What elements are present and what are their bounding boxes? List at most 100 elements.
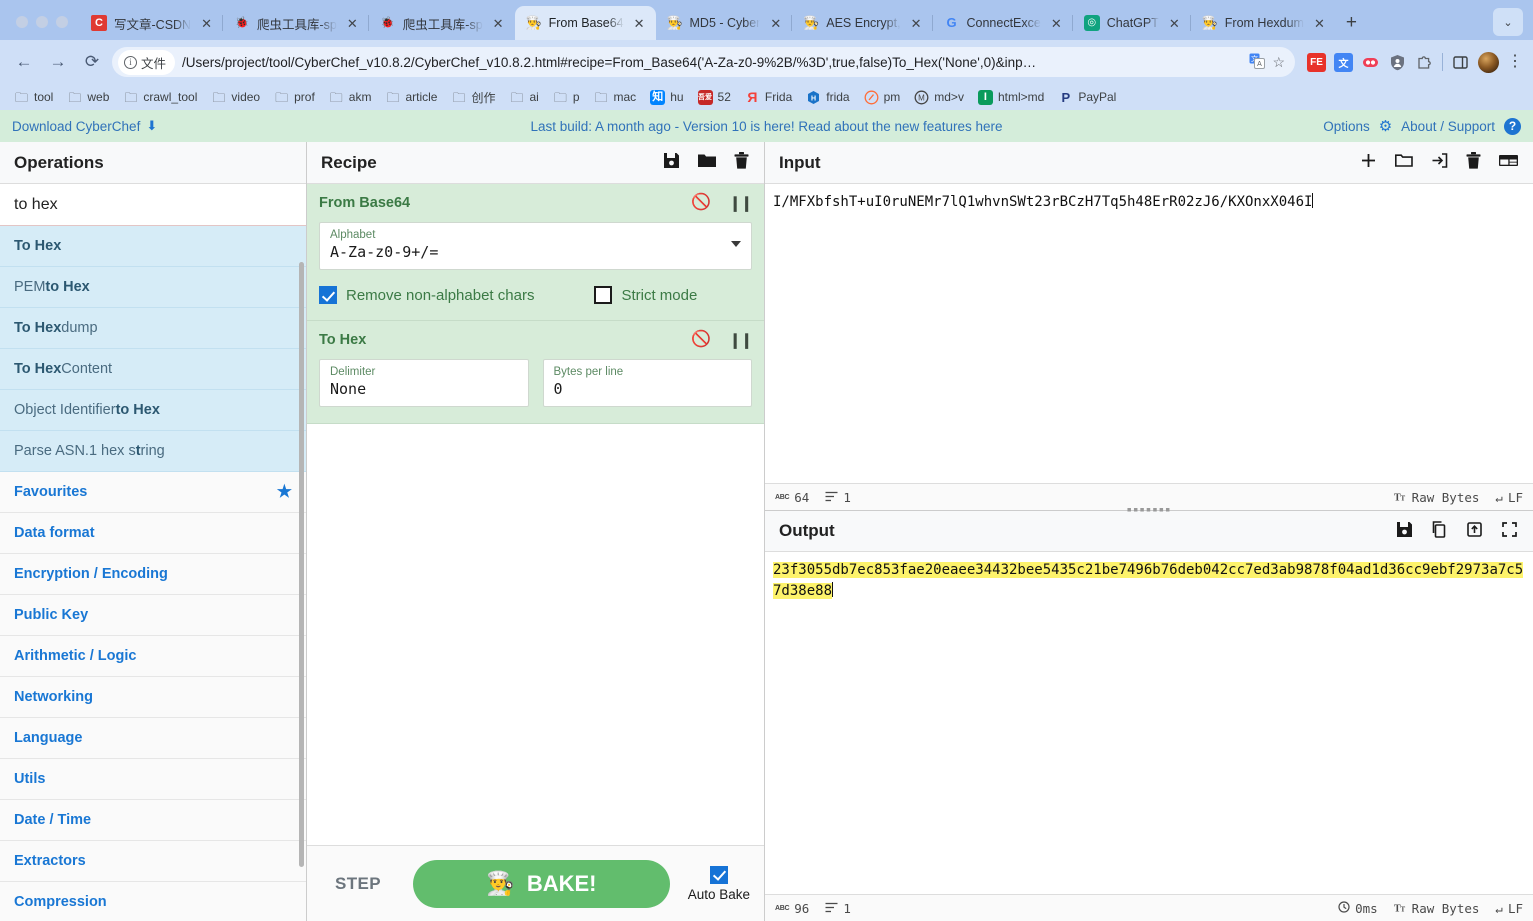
sidebar-item-public-key[interactable]: Public Key [0, 595, 306, 636]
question-mark-icon[interactable]: ? [1504, 117, 1521, 135]
save-icon[interactable] [1395, 520, 1414, 543]
bookmark-item[interactable]: P PayPal [1052, 88, 1122, 107]
sidebar-item-favourites[interactable]: Favourites ★ [0, 472, 306, 513]
tab-close-icon[interactable]: ✕ [767, 15, 784, 32]
sidebar-item-extractors[interactable]: Extractors [0, 841, 306, 882]
output-eol[interactable]: ↵ LF [1495, 901, 1523, 916]
auto-bake-checkbox[interactable]: Auto Bake [688, 865, 750, 902]
tab-close-icon[interactable]: ✕ [344, 15, 361, 32]
puzzle-extension-icon[interactable] [1415, 53, 1434, 72]
bookmark-item[interactable]: 🗀 web [61, 88, 115, 107]
sidebar-item-compression[interactable]: Compression [0, 882, 306, 921]
bookmark-item[interactable]: 🗀 tool [8, 88, 59, 107]
bookmark-item[interactable]: 🗀 ai [503, 88, 544, 107]
bookmark-item[interactable]: 🗀 创作 [445, 87, 501, 108]
browser-tab-active[interactable]: 👨‍🍳 From Base64 ✕ [514, 6, 656, 40]
chevron-down-icon[interactable] [731, 241, 741, 247]
bake-button[interactable]: 👨‍🍳 BAKE! [413, 859, 670, 908]
step-button[interactable]: STEP [321, 874, 395, 894]
disable-icon[interactable]: 🚫 [691, 332, 711, 348]
operations-scrollbar[interactable] [299, 262, 304, 867]
bookmark-item[interactable]: 知 hu [644, 88, 689, 107]
site-info-chip[interactable]: i 文件 [118, 49, 176, 75]
maximise-icon[interactable] [1500, 520, 1519, 543]
chrome-menu-icon[interactable]: ⋮ [1507, 54, 1523, 70]
browser-tab[interactable]: ◎ ChatGPT ✕ [1071, 6, 1191, 40]
sidebar-item-networking[interactable]: Networking [0, 677, 306, 718]
recipe-operations-list[interactable]: From Base64 🚫 ❙❙ Alphabet A-Za-z0-9+/= R… [307, 184, 764, 845]
trash-icon[interactable] [1465, 151, 1482, 174]
tab-close-icon[interactable]: ✕ [908, 15, 925, 32]
about-support-label[interactable]: About / Support [1401, 119, 1495, 134]
operation-result-item[interactable]: To Hex dump [0, 308, 306, 349]
url-text[interactable]: /Users/project/tool/CyberChef_v10.8.2/Cy… [182, 55, 1242, 70]
checkbox-box[interactable] [319, 286, 337, 304]
download-arrow-icon[interactable]: ⬇ [146, 118, 157, 134]
shield-extension-icon[interactable] [1388, 53, 1407, 72]
delimiter-select[interactable]: Delimiter None [319, 359, 529, 407]
output-encoding[interactable]: T T Raw Bytes [1394, 901, 1480, 916]
trash-icon[interactable] [733, 151, 750, 174]
input-eol[interactable]: ↵ LF [1495, 490, 1523, 505]
bookmark-item[interactable]: Я Frida [739, 88, 798, 107]
sidebar-item-arithmetic-logic[interactable]: Arithmetic / Logic [0, 636, 306, 677]
checkbox-box[interactable] [594, 286, 613, 304]
sidebar-item-data-format[interactable]: Data format [0, 513, 306, 554]
folder-icon[interactable] [1394, 151, 1414, 174]
operation-result-item[interactable]: To Hex [0, 226, 306, 267]
recipe-operation-from-base64[interactable]: From Base64 🚫 ❙❙ Alphabet A-Za-z0-9+/= R… [307, 184, 764, 321]
browser-tab[interactable]: 👨‍🍳 From Hexdum ✕ [1189, 6, 1336, 40]
input-encoding[interactable]: T T Raw Bytes [1394, 490, 1480, 505]
checkbox-box[interactable] [709, 865, 728, 884]
maximise-window-button[interactable] [56, 16, 68, 28]
tab-close-icon[interactable]: ✕ [631, 15, 648, 32]
browser-tab[interactable]: 👨‍🍳 AES Encrypt, ✕ [791, 6, 932, 40]
bytes-per-line-input[interactable]: Bytes per line 0 [542, 359, 752, 407]
avatar[interactable] [1478, 51, 1499, 73]
forward-button[interactable]: → [44, 48, 72, 76]
side-panel-icon[interactable] [1451, 53, 1470, 72]
reload-button[interactable]: ⟳ [78, 48, 106, 76]
download-cyberchef-link[interactable]: Download CyberChef ⬇ [12, 118, 157, 134]
new-tab-button[interactable]: + [1336, 13, 1367, 40]
browser-tab[interactable]: 🐞 爬虫工具库-sp ✕ [222, 6, 369, 40]
back-button[interactable]: ← [10, 48, 38, 76]
operation-result-item[interactable]: Object Identifier to Hex [0, 390, 306, 431]
operation-result-item[interactable]: PEM to Hex [0, 267, 306, 308]
tab-close-icon[interactable]: ✕ [198, 15, 215, 32]
save-icon[interactable] [662, 151, 681, 174]
strict-mode-checkbox[interactable]: Strict mode [594, 286, 697, 304]
tab-close-icon[interactable]: ✕ [1048, 15, 1065, 32]
minimise-window-button[interactable] [36, 16, 48, 28]
browser-tab[interactable]: 🐞 爬虫工具库-sp ✕ [367, 6, 515, 40]
tab-close-icon[interactable]: ✕ [1311, 15, 1328, 32]
gear-icon[interactable]: ⚙ [1379, 117, 1392, 135]
bookmark-item[interactable]: 🗀 prof [268, 88, 321, 107]
recipe-operation-to-hex[interactable]: To Hex 🚫 ❙❙ Delimiter None Bytes per lin… [307, 321, 764, 424]
tab-close-icon[interactable]: ✕ [1166, 15, 1183, 32]
disable-icon[interactable]: 🚫 [691, 195, 711, 211]
bookmark-item[interactable]: 🗀 crawl_tool [117, 88, 203, 107]
browser-tab[interactable]: 👨‍🍳 MD5 - Cyber ✕ [656, 6, 793, 40]
operation-result-item[interactable]: Parse ASN.1 hex s t ring [0, 431, 306, 472]
options-label[interactable]: Options [1323, 119, 1370, 134]
move-to-input-icon[interactable] [1465, 520, 1484, 543]
copy-icon[interactable] [1430, 520, 1449, 543]
plus-icon[interactable] [1359, 151, 1378, 174]
folder-icon[interactable] [697, 151, 717, 174]
bookmark-item[interactable]: Mmd>v [908, 88, 970, 107]
bookmark-item[interactable]: Ihtml>md [972, 88, 1050, 107]
tab-search-chevron-down-icon[interactable]: ⌄ [1493, 8, 1523, 36]
download-label[interactable]: Download CyberChef [12, 119, 140, 134]
operation-result-item[interactable]: To Hex Content [0, 349, 306, 390]
bookmark-item[interactable]: 🗀 article [379, 88, 443, 107]
sidebar-item-date-time[interactable]: Date / Time [0, 800, 306, 841]
sidebar-item-encryption-encoding[interactable]: Encryption / Encoding [0, 554, 306, 595]
bookmark-item[interactable]: Hfrida [800, 88, 855, 107]
translate-extension-icon[interactable]: 文 [1334, 52, 1353, 72]
tab-close-icon[interactable]: ✕ [490, 15, 507, 32]
search-input[interactable]: to hex [0, 184, 306, 226]
sidebar-item-language[interactable]: Language [0, 718, 306, 759]
tabs-icon[interactable] [1498, 151, 1519, 174]
input-editor[interactable]: I/MFXbfshT+uI0ruNEMr7lQ1whvnSWt23rBCzH7T… [765, 184, 1533, 483]
